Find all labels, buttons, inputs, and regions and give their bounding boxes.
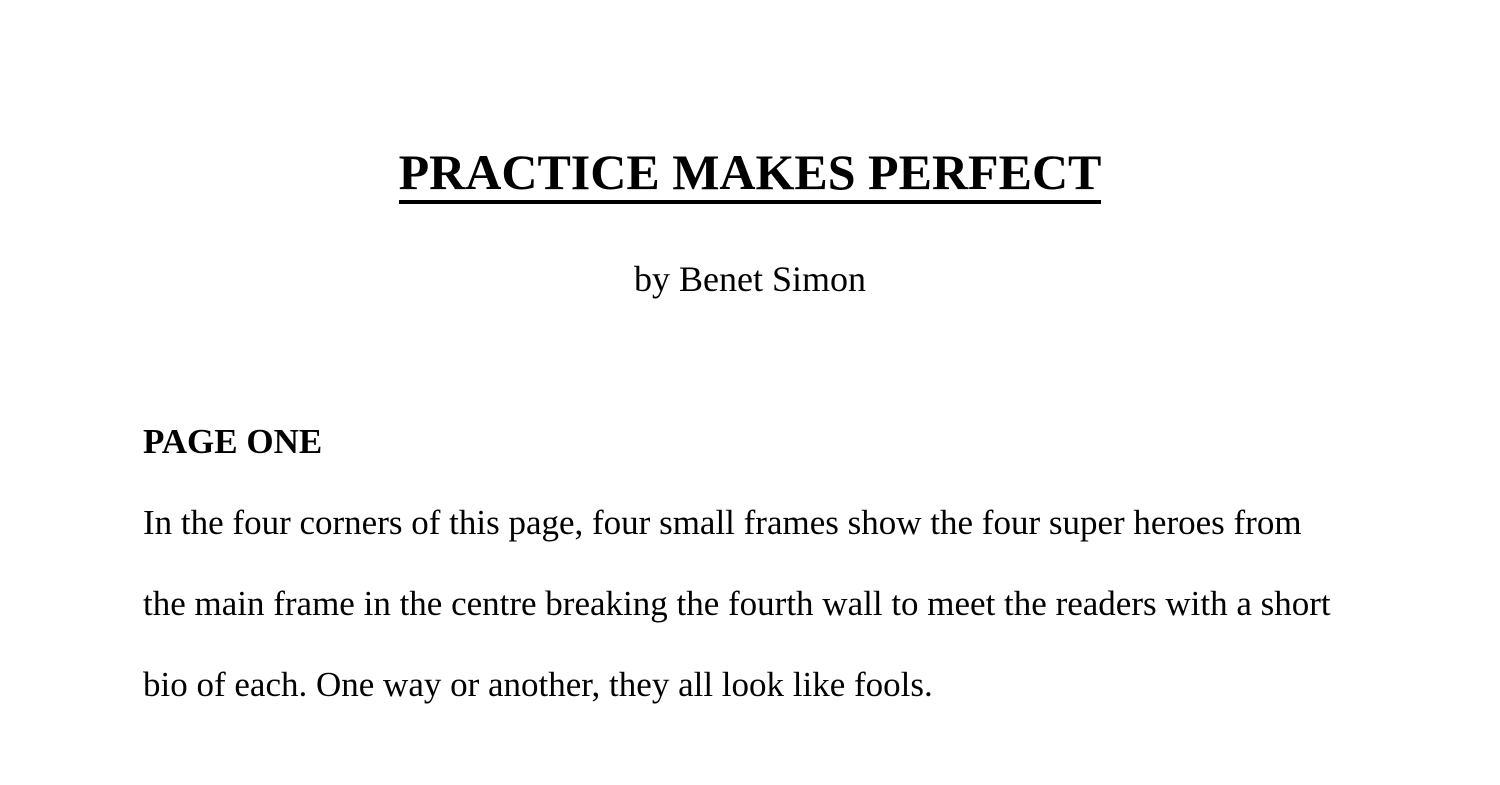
document-title-block: PRACTICE MAKES PERFECT	[0, 141, 1500, 204]
document-title: PRACTICE MAKES PERFECT	[398, 144, 1102, 204]
paragraph-line: the main frame in the centre breaking th…	[143, 584, 1331, 623]
author-byline: by Benet Simon	[634, 259, 866, 299]
section-heading: PAGE ONE	[143, 422, 323, 461]
paragraph-line: In the four corners of this page, four s…	[143, 503, 1302, 542]
paragraph-line: bio of each. One way or another, they al…	[143, 665, 933, 704]
document-page: PRACTICE MAKES PERFECT by Benet Simon PA…	[0, 0, 1500, 785]
